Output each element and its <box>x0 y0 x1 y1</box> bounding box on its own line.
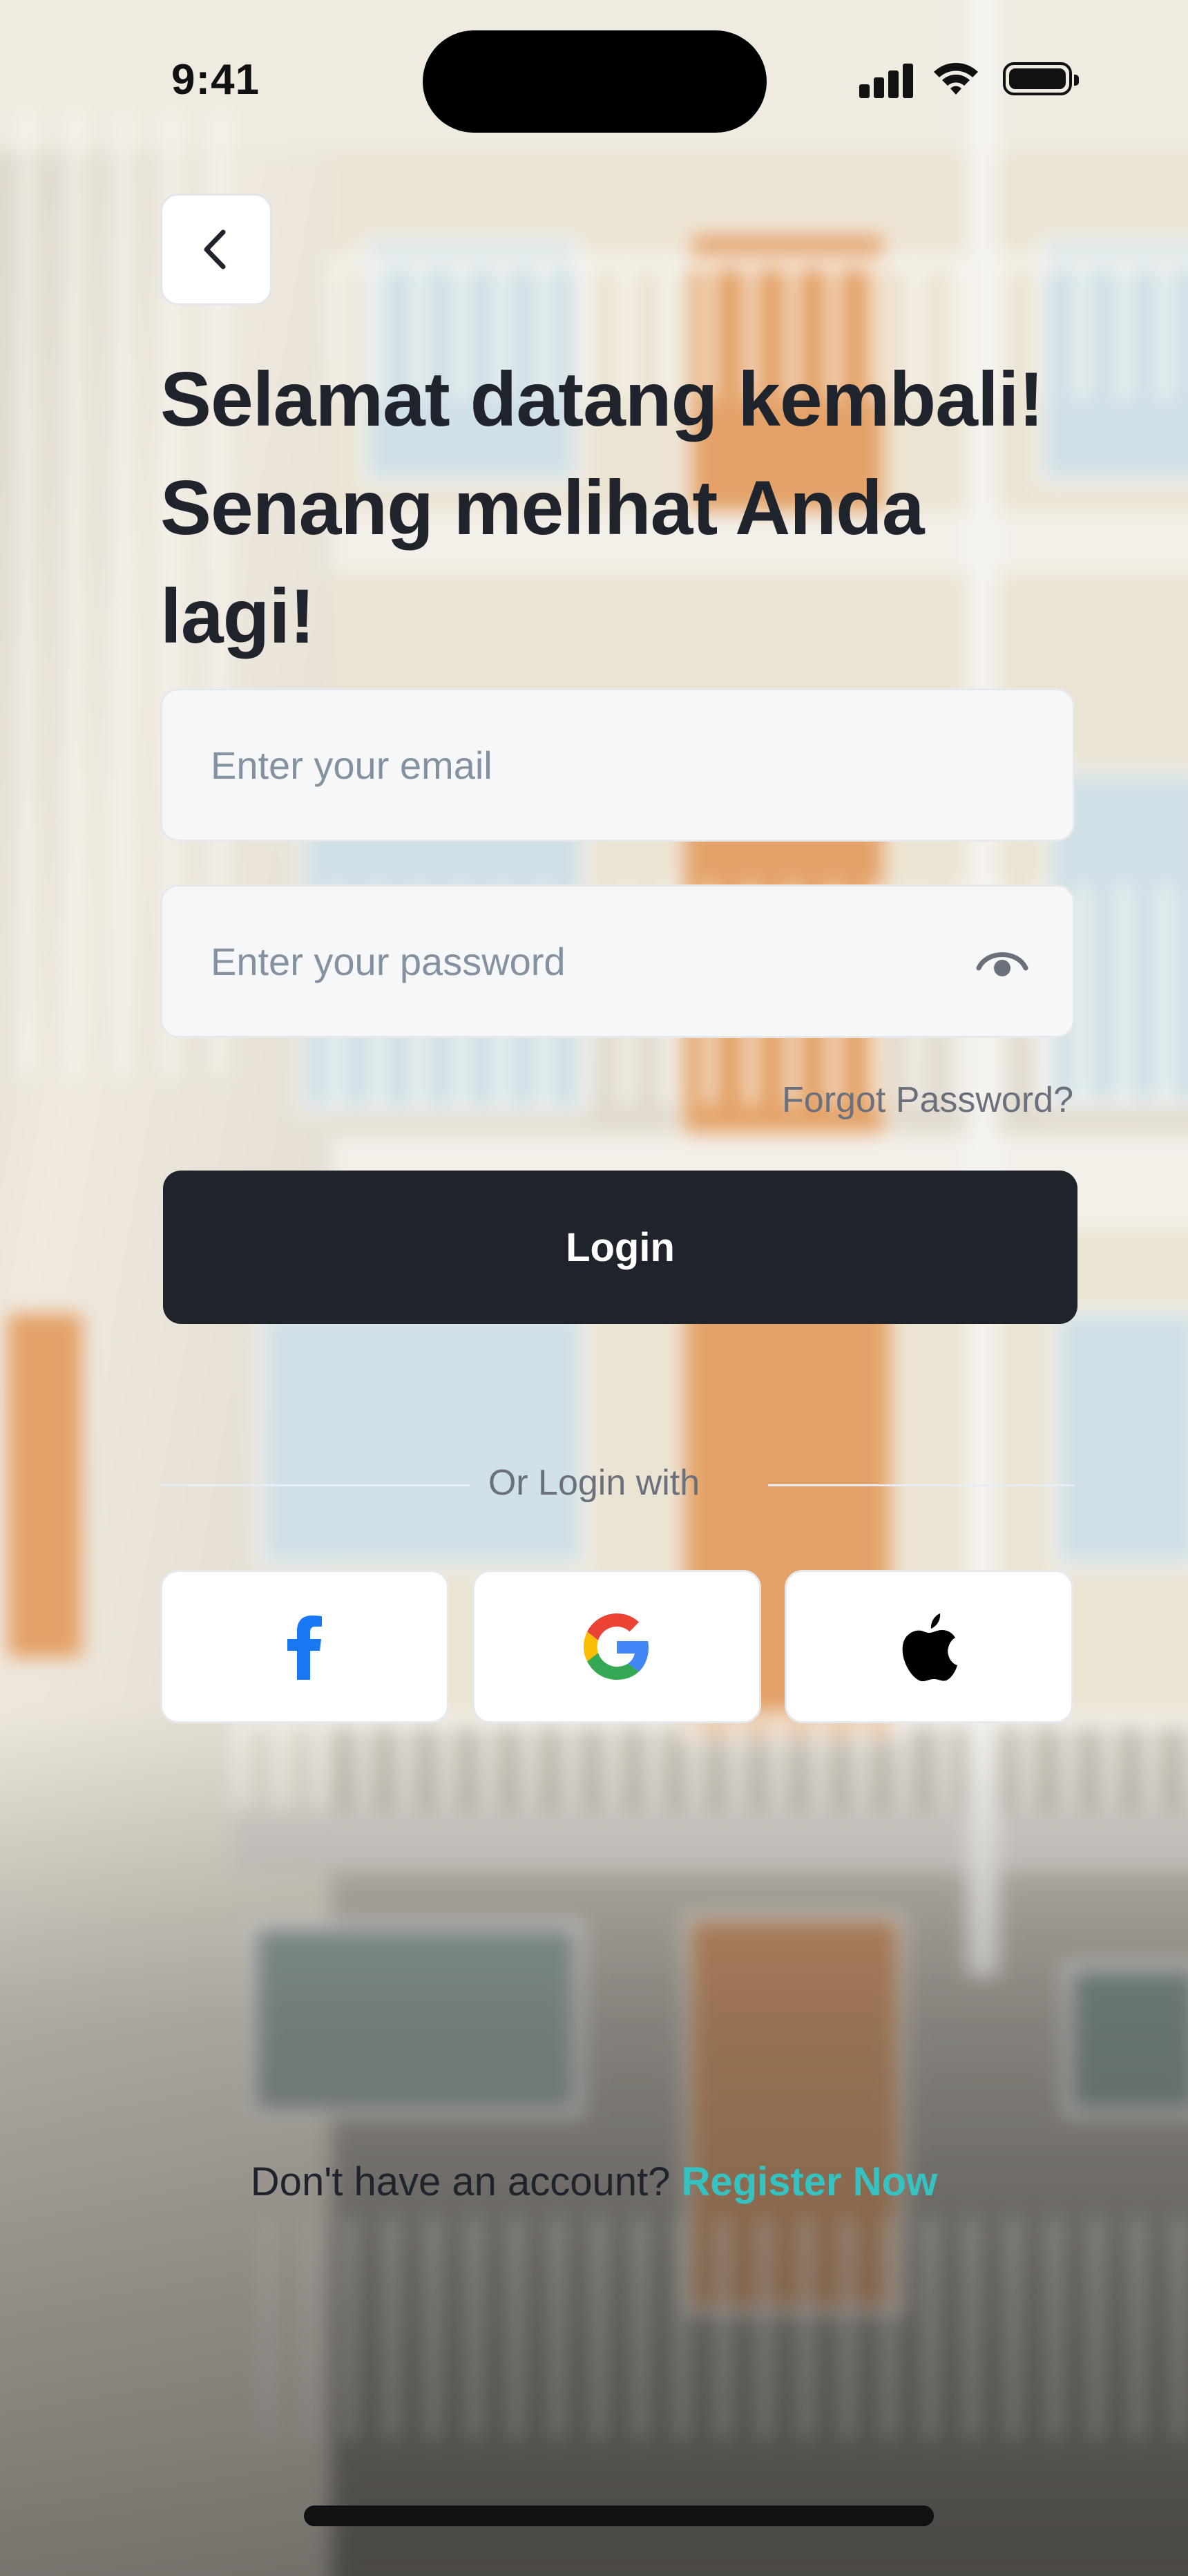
email-input[interactable] <box>211 690 970 840</box>
wifi-icon <box>934 63 978 95</box>
apple-icon <box>902 1613 957 1682</box>
home-indicator[interactable] <box>304 2506 934 2526</box>
email-field-container <box>160 688 1075 842</box>
battery-icon <box>1003 62 1079 95</box>
dynamic-island <box>423 30 767 133</box>
back-chevron-icon <box>204 229 226 269</box>
password-field-container <box>160 884 1075 1038</box>
status-bar: 9:41 <box>0 0 1188 159</box>
login-button[interactable]: Login <box>163 1171 1077 1324</box>
google-login-button[interactable] <box>472 1570 761 1723</box>
register-prompt-text: Don't have an account? <box>250 2159 671 2204</box>
page-title: Selamat datang kembali! Senang melihat A… <box>160 357 1044 659</box>
apple-login-button[interactable] <box>785 1570 1073 1723</box>
divider-right <box>768 1484 1075 1486</box>
back-button[interactable] <box>160 193 272 305</box>
status-time: 9:41 <box>171 56 260 104</box>
eye-icon[interactable] <box>976 942 1028 983</box>
register-now-link[interactable]: Register Now <box>682 2159 938 2204</box>
register-prompt: Don't have an account? Register Now <box>0 2159 1188 2205</box>
google-icon <box>584 1613 649 1680</box>
facebook-icon <box>287 1616 322 1680</box>
cellular-signal-icon <box>859 62 913 98</box>
or-login-with-label: Or Login with <box>488 1463 700 1503</box>
forgot-password-link[interactable]: Forgot Password? <box>782 1079 1073 1121</box>
password-input[interactable] <box>211 887 970 1036</box>
facebook-login-button[interactable] <box>160 1570 449 1723</box>
